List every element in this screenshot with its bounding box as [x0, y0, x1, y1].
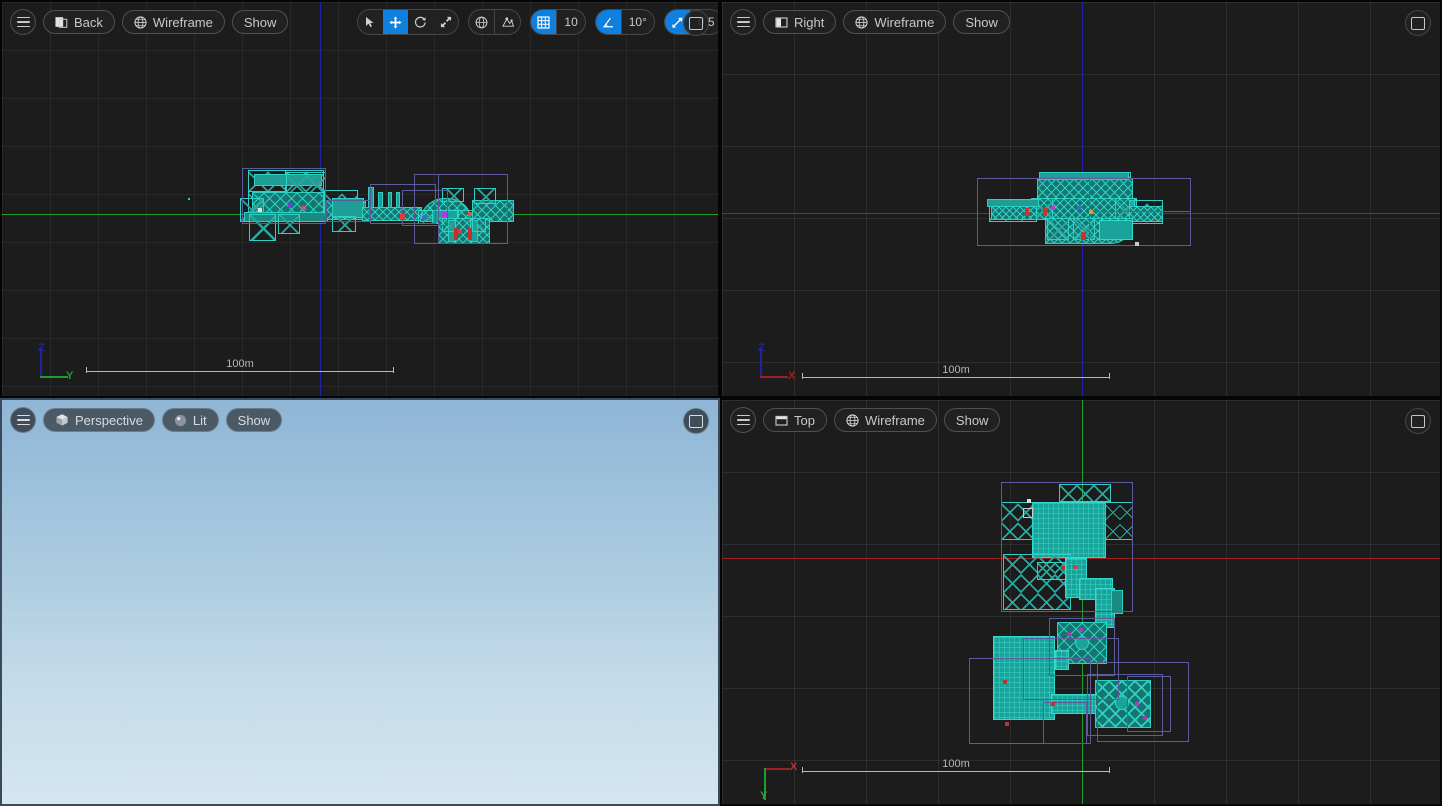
maximize-viewport-icon[interactable]: [683, 408, 709, 434]
rotation-snap-value[interactable]: 10°: [622, 10, 654, 34]
select-tool[interactable]: [358, 10, 383, 34]
render-mode-label: Wireframe: [153, 15, 213, 30]
maximize-viewport-icon[interactable]: [683, 10, 709, 36]
render-mode-button-right[interactable]: Wireframe: [843, 10, 946, 34]
render-mode-label: Wireframe: [874, 15, 934, 30]
grid-snap-group: 10: [530, 9, 585, 35]
show-flags-button-perspective[interactable]: Show: [226, 408, 283, 432]
scale-bar-label: 100m: [938, 364, 974, 376]
hamburger-menu-icon[interactable]: [730, 407, 756, 433]
hamburger-menu-icon[interactable]: [10, 407, 36, 433]
view-mode-button-top[interactable]: Top: [763, 408, 827, 432]
maximize-viewport-icon[interactable]: [1405, 408, 1431, 434]
scale-bar-label: 100m: [938, 758, 974, 770]
scale-bar-top: 100m: [802, 762, 1110, 774]
wireframe-geometry-right: [722, 2, 1440, 396]
lit-scene-geometry: [2, 400, 718, 804]
globe-icon[interactable]: [469, 10, 494, 34]
view-mode-label: Perspective: [75, 413, 143, 428]
view-mode-button-right[interactable]: Right: [763, 10, 836, 34]
show-flags-label: Show: [244, 15, 277, 30]
show-flags-label: Show: [965, 15, 998, 30]
show-flags-button-right[interactable]: Show: [953, 10, 1010, 34]
lit-sphere-icon: [174, 414, 187, 427]
viewport-top[interactable]: X Y 100m Top: [720, 398, 1442, 806]
grid-icon[interactable]: [531, 10, 556, 34]
rotation-snap-group: 10°: [595, 9, 655, 35]
scale-bar-label: 100m: [222, 358, 258, 370]
render-mode-label: Wireframe: [865, 413, 925, 428]
show-flags-label: Show: [956, 413, 989, 428]
globe-wireframe-icon: [134, 16, 147, 29]
viewport-back[interactable]: Z Y 100m Back: [0, 0, 720, 398]
coordinate-tool-group: [468, 9, 521, 35]
view-mode-label: Top: [794, 413, 815, 428]
show-flags-button-top[interactable]: Show: [944, 408, 1001, 432]
quad-viewport-layout: Z Y 100m Back: [0, 0, 1442, 806]
wireframe-geometry-back: [2, 2, 718, 396]
render-mode-button-back[interactable]: Wireframe: [122, 10, 225, 34]
orthographic-back-icon: [55, 16, 68, 29]
scale-bar-right: 100m: [802, 368, 1110, 380]
grid-snap-value[interactable]: 10: [557, 10, 584, 34]
transform-toolbar: 10 10°: [357, 9, 720, 35]
viewport-perspective[interactable]: Z X Y Perspective: [0, 398, 720, 806]
maximize-viewport-icon[interactable]: [1405, 10, 1431, 36]
render-mode-label: Lit: [193, 413, 207, 428]
orthographic-top-icon: [775, 414, 788, 427]
render-mode-button-top[interactable]: Wireframe: [834, 408, 937, 432]
viewport-right[interactable]: Z X 100m Right: [720, 0, 1442, 398]
surface-snap-icon[interactable]: [495, 10, 520, 34]
translate-tool[interactable]: [383, 10, 408, 34]
hamburger-menu-icon[interactable]: [730, 9, 756, 35]
scale-bar-back: 100m: [86, 362, 394, 374]
globe-wireframe-icon: [846, 414, 859, 427]
show-flags-label: Show: [238, 413, 271, 428]
globe-wireframe-icon: [855, 16, 868, 29]
show-flags-button-back[interactable]: Show: [232, 10, 289, 34]
scale-tool[interactable]: [433, 10, 458, 34]
hamburger-menu-icon[interactable]: [10, 9, 36, 35]
view-mode-button-back[interactable]: Back: [43, 10, 115, 34]
view-mode-label: Back: [74, 15, 103, 30]
rotate-tool[interactable]: [408, 10, 433, 34]
perspective-cube-icon: [55, 413, 69, 427]
transform-tool-group: [357, 9, 459, 35]
orthographic-right-icon: [775, 16, 788, 29]
view-mode-label: Right: [794, 15, 824, 30]
angle-icon[interactable]: [596, 10, 621, 34]
render-mode-button-perspective[interactable]: Lit: [162, 408, 219, 432]
wireframe-geometry-top: [722, 400, 1440, 804]
view-mode-button-perspective[interactable]: Perspective: [43, 408, 155, 432]
